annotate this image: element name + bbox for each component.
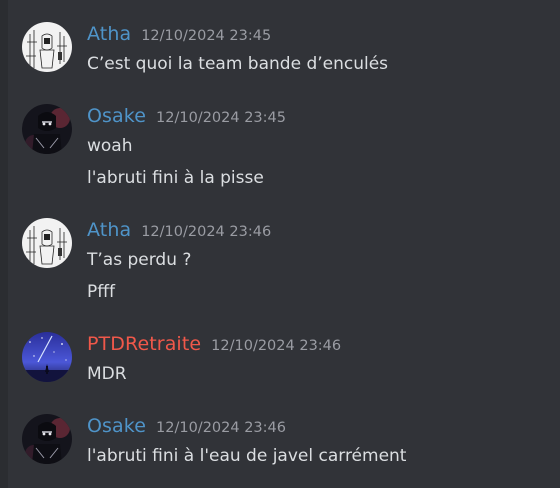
timestamp: 12/10/2024 23:45: [156, 110, 286, 126]
timestamp: 12/10/2024 23:45: [141, 28, 272, 44]
message-text: Pfff: [87, 282, 115, 302]
message-text: T’as perdu ?: [87, 250, 192, 270]
message-text: l'abruti fini à la pisse: [87, 168, 264, 188]
message-header: Osake 12/10/2024 23:46: [87, 415, 286, 441]
message-group: Atha 12/10/2024 23:46 T’as perdu ? Pfff: [22, 218, 552, 308]
message-text: C’est quoi la team bande d’enculés: [87, 54, 389, 74]
message-group: Osake 12/10/2024 23:45 woah l'abruti fin…: [22, 104, 552, 194]
username[interactable]: PTDRetraite: [87, 333, 201, 355]
timestamp: 12/10/2024 23:46: [141, 224, 272, 240]
timestamp: 12/10/2024 23:46: [156, 420, 286, 436]
message-text: l'abruti fini à l'eau de javel carrément: [87, 446, 407, 466]
message-group: Osake 12/10/2024 23:46 l'abruti fini à l…: [22, 414, 552, 474]
message-header: Osake 12/10/2024 23:45: [87, 105, 286, 131]
timestamp: 12/10/2024 23:46: [211, 338, 342, 354]
message-text: MDR: [87, 364, 127, 384]
message-header: PTDRetraite 12/10/2024 23:46: [87, 333, 341, 359]
username[interactable]: Osake: [87, 105, 146, 127]
message-text: woah: [87, 136, 133, 156]
user-avatar[interactable]: [22, 332, 72, 382]
message-header: Atha 12/10/2024 23:46: [87, 219, 271, 245]
channel-edge: [0, 0, 8, 488]
username[interactable]: Atha: [87, 219, 131, 241]
user-avatar[interactable]: [22, 104, 72, 154]
message-group: Atha 12/10/2024 23:45 C’est quoi la team…: [22, 22, 552, 82]
username[interactable]: Atha: [87, 23, 131, 45]
user-avatar[interactable]: [22, 22, 72, 72]
message-header: Atha 12/10/2024 23:45: [87, 23, 271, 49]
message-group: PTDRetraite 12/10/2024 23:46 MDR: [22, 332, 552, 392]
user-avatar[interactable]: [22, 414, 72, 464]
user-avatar[interactable]: [22, 218, 72, 268]
username[interactable]: Osake: [87, 415, 146, 437]
